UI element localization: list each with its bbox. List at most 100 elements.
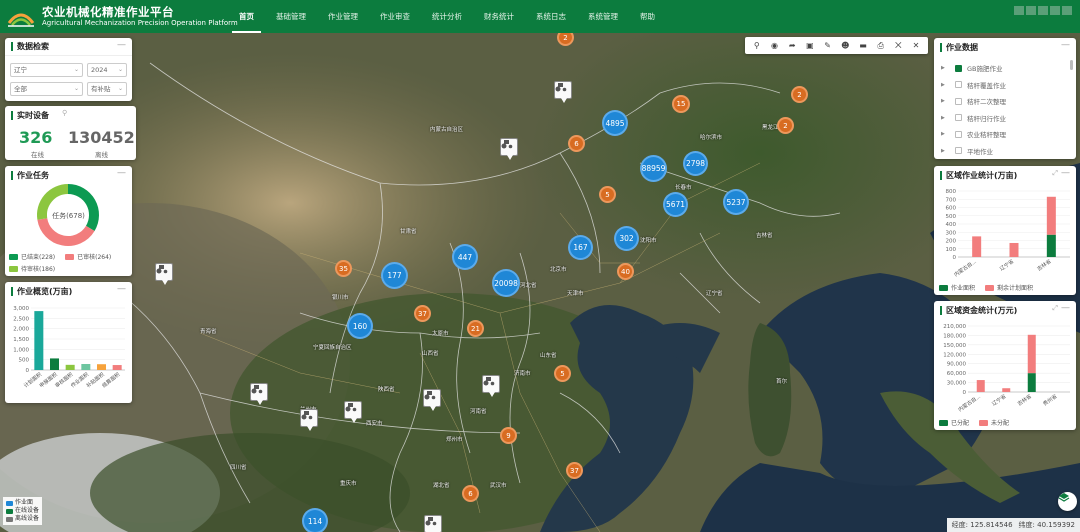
cluster-marker-small[interactable]: 9 — [500, 427, 517, 444]
minimize-icon[interactable]: — — [1061, 40, 1070, 50]
cluster-marker-large[interactable]: 302 — [614, 226, 639, 251]
offline-label: 离线 — [95, 151, 108, 159]
tractor-icon[interactable] — [155, 263, 173, 285]
user-avatar[interactable] — [1014, 6, 1072, 15]
cluster-marker-large[interactable]: 167 — [568, 235, 593, 260]
caret-right-icon[interactable]: ▶ — [941, 131, 949, 137]
cluster-marker-small[interactable]: 6 — [462, 485, 479, 502]
nav-work-mgmt[interactable]: 作业管理 — [321, 0, 365, 33]
caret-right-icon[interactable]: ▶ — [941, 65, 949, 71]
map-view[interactable]: 内蒙古自治区 甘肃省 宁夏回族自治区 河北省 北京市 天津市 山西省 陕西省 河… — [0, 33, 1080, 532]
person-icon[interactable]: ☻ — [839, 41, 852, 50]
minimize-icon[interactable]: — — [117, 168, 126, 178]
cluster-marker-small[interactable]: 5 — [599, 186, 616, 203]
cluster-marker-small[interactable]: 2 — [777, 117, 794, 134]
tractor-icon[interactable] — [500, 138, 518, 160]
nav-home[interactable]: 首页 — [232, 0, 261, 33]
cluster-marker-small[interactable]: 21 — [467, 320, 484, 337]
type-select[interactable]: 全部 ⌄ — [10, 82, 83, 96]
y-tick-label: 90,000 — [947, 362, 967, 368]
cluster-marker-small[interactable]: 37 — [566, 462, 583, 479]
select-icon[interactable]: ▣ — [803, 41, 816, 50]
top-bar: 农业机械化精准作业平台 Agricultural Mechanization P… — [0, 0, 1080, 33]
checkbox[interactable] — [955, 81, 962, 89]
pointer-icon[interactable]: ➦ — [786, 41, 799, 50]
cluster-marker-small[interactable]: 2 — [791, 86, 808, 103]
map-label: 天津市 — [567, 291, 584, 297]
overview-bar-chart: 3,0002,5002,0001,5001,0005000计划面积申报面积审核面… — [13, 306, 125, 389]
cluster-marker-large[interactable]: 5237 — [723, 189, 749, 215]
minimize-icon[interactable]: — — [1061, 168, 1070, 178]
ruler-icon[interactable]: ▬ — [856, 41, 869, 50]
tractor-icon[interactable] — [423, 389, 441, 411]
region-work-bar-chart: 800 700 600 500 400 300 200 100 0内蒙古自... 辽宁省 吉林省 — [946, 189, 1070, 278]
cluster-marker-small[interactable]: 37 — [414, 305, 431, 322]
tractor-icon[interactable] — [482, 375, 500, 397]
search-icon[interactable]: ⚲ — [62, 109, 67, 117]
tractor-icon[interactable] — [344, 401, 362, 423]
tractor-icon[interactable] — [300, 409, 318, 431]
cluster-marker-small[interactable]: 6 — [568, 135, 585, 152]
tree-item[interactable]: ▶ 农业秸秆整理 — [934, 126, 1070, 143]
trash-icon[interactable]: ⨉ — [892, 41, 905, 51]
cluster-marker-small[interactable]: 35 — [335, 260, 352, 277]
subsidy-select[interactable]: 有补贴 ⌄ — [87, 82, 127, 96]
cluster-marker-large[interactable]: 177 — [381, 262, 408, 289]
caret-right-icon[interactable]: ▶ — [941, 148, 949, 154]
y-tick-label: 300 — [946, 230, 957, 236]
checkbox[interactable] — [955, 130, 962, 138]
caret-right-icon[interactable]: ▶ — [941, 82, 949, 88]
tree-item[interactable]: ▶ 秸秆二次整理 — [934, 93, 1070, 110]
nav-finance[interactable]: 财务统计 — [477, 0, 521, 33]
cluster-marker-large[interactable]: 4895 — [602, 110, 628, 136]
cluster-marker-large[interactable]: 5671 — [663, 192, 688, 217]
nav-system-mgmt[interactable]: 系统管理 — [581, 0, 625, 33]
minimize-icon[interactable]: — — [117, 40, 126, 50]
nav-statistics[interactable]: 统计分析 — [425, 0, 469, 33]
minimize-icon[interactable]: — — [1061, 303, 1070, 313]
close-icon[interactable]: ✕ — [910, 41, 923, 50]
tree-item[interactable]: ▶ 秸秆覆盖作业 — [934, 77, 1070, 94]
tree-item[interactable]: ▶ 平地作业 — [934, 143, 1070, 160]
caret-right-icon[interactable]: ▶ — [941, 115, 949, 121]
scrollbar[interactable] — [1070, 60, 1073, 70]
region-select[interactable]: 辽宁 ⌄ — [10, 63, 83, 77]
cluster-marker-large[interactable]: 88959 — [640, 155, 667, 182]
caret-right-icon[interactable]: ▶ — [941, 98, 949, 104]
nav-help[interactable]: 帮助 — [633, 0, 662, 33]
nav-work-review[interactable]: 作业审查 — [373, 0, 417, 33]
tree-item[interactable]: ▶ 秸秆归行作业 — [934, 110, 1070, 127]
tractor-icon[interactable] — [424, 515, 442, 532]
cluster-marker-large[interactable]: 114 — [302, 508, 328, 532]
checkbox[interactable] — [955, 114, 962, 122]
cluster-marker-large[interactable]: 2798 — [683, 151, 708, 176]
cluster-marker-small[interactable]: 40 — [617, 263, 634, 280]
location-icon[interactable]: ◉ — [768, 41, 781, 50]
year-select-value: 2024 — [91, 66, 108, 74]
layer-switch-button[interactable] — [1058, 492, 1077, 511]
cluster-marker-large[interactable]: 20098 — [492, 269, 520, 297]
checkbox[interactable] — [955, 97, 962, 105]
checkbox[interactable] — [955, 64, 962, 72]
tree-item-label: GB施肥作业 — [967, 65, 1003, 74]
cluster-marker-small[interactable]: 5 — [554, 365, 571, 382]
cluster-marker-small[interactable]: 15 — [672, 95, 690, 113]
draw-icon[interactable]: ✎ — [821, 41, 834, 50]
print-icon[interactable]: ⎙ — [874, 41, 887, 51]
map-legend-label: 作业面 — [15, 499, 34, 506]
expand-icon[interactable]: ⤢ — [1052, 169, 1058, 178]
y-tick-label: 2,000 — [13, 327, 29, 333]
checkbox[interactable] — [955, 147, 962, 155]
minimize-icon[interactable]: — — [117, 284, 126, 294]
tractor-icon[interactable] — [250, 383, 268, 405]
tree-item[interactable]: ▶ GB施肥作业 — [934, 60, 1070, 77]
nav-basic-mgmt[interactable]: 基础管理 — [269, 0, 313, 33]
expand-icon[interactable]: ⤢ — [1052, 304, 1058, 313]
year-select[interactable]: 2024 ⌄ — [87, 63, 127, 77]
panel-title: 区域作业统计(万亩) — [946, 170, 1018, 180]
search-icon[interactable]: ⚲ — [750, 41, 763, 50]
tractor-icon[interactable] — [554, 81, 572, 103]
nav-system-log[interactable]: 系统日志 — [529, 0, 573, 33]
cluster-marker-large[interactable]: 160 — [347, 313, 373, 339]
cluster-marker-large[interactable]: 447 — [452, 244, 478, 270]
